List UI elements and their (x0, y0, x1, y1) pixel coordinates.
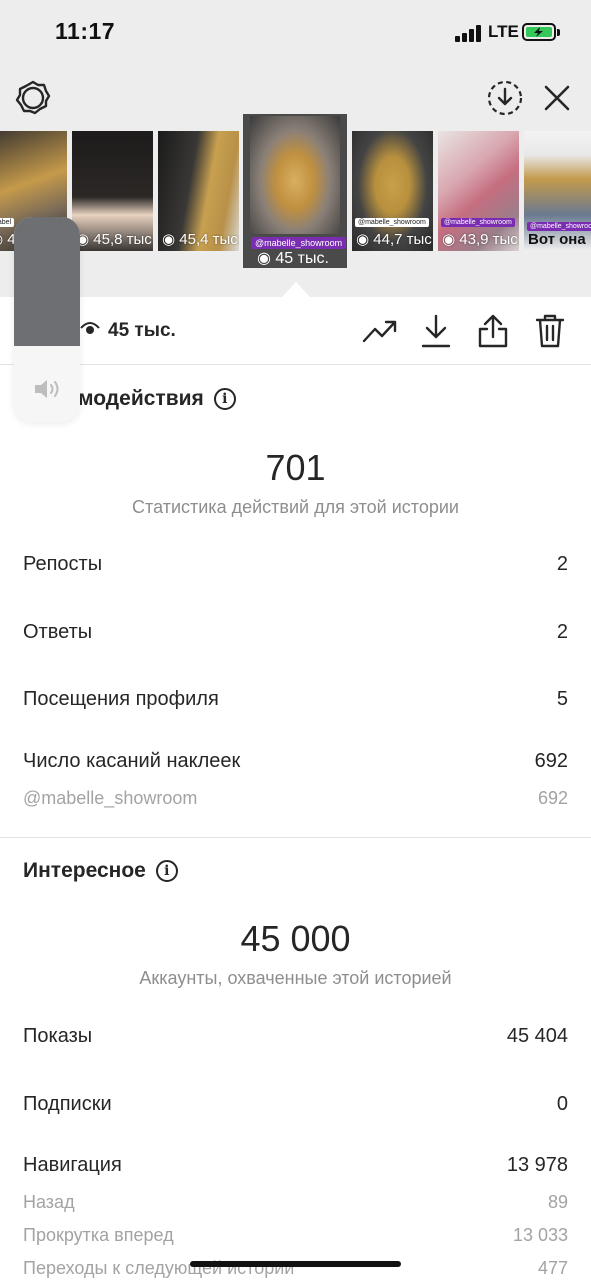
selected-story-thumbnail[interactable]: @mabelle_showroom ◉ 45 тыс. (243, 114, 347, 268)
stat-row-sticker-taps: Число касаний наклеек 692 (23, 750, 568, 772)
stat-subrow-mention: @mabelle_showroom 692 (23, 788, 568, 808)
signal-icon (455, 24, 483, 42)
stat-row-profile-visits: Посещения профиля 5 (23, 688, 568, 710)
battery-icon (522, 23, 556, 41)
stat-subrow-forward: Прокрутка вперед 13 033 (23, 1225, 568, 1245)
interactions-caption: Статистика действий для этой истории (132, 497, 459, 517)
discovery-total: 45 000 (240, 918, 351, 959)
info-icon[interactable]: i (155, 860, 178, 882)
stat-row-impressions: Показы 45 404 (23, 1025, 568, 1047)
interactions-title: модействия i (78, 387, 236, 411)
stat-subrow-back: Назад 89 (23, 1192, 568, 1212)
stat-row-navigation: Навигация 13 978 (23, 1154, 568, 1176)
speaker-icon (33, 377, 63, 406)
interactions-total: 701 (265, 447, 326, 488)
top-area: 11:17 LTE bel 4 ◉ 45,8 тыс. ◉ 45,4 тыс. … (0, 0, 591, 297)
views-count: 45 тыс. (80, 320, 176, 342)
volume-indicator (14, 217, 80, 422)
share-icon[interactable] (476, 311, 510, 351)
trash-icon[interactable] (533, 311, 567, 351)
action-row: 45 тыс. (0, 297, 591, 365)
download-circle-icon[interactable] (485, 78, 525, 118)
status-bar: 11:17 LTE (0, 0, 591, 66)
stat-row-replies: Ответы 2 (23, 621, 568, 643)
story-thumbnail[interactable]: @mabelle_showroom Вот она (524, 131, 591, 251)
discovery-title: Интересное i (23, 859, 178, 883)
story-thumbnail[interactable]: @mabelle_showroom ◉ 43,9 тыс. (438, 131, 519, 251)
section-divider (0, 837, 591, 838)
download-icon[interactable] (419, 311, 453, 351)
trending-icon[interactable] (361, 313, 399, 349)
stat-row-follows: Подписки 0 (23, 1093, 568, 1115)
status-time: 11:17 (55, 18, 116, 44)
selection-pointer (282, 282, 310, 297)
stat-row-reposts: Репосты 2 (23, 553, 568, 575)
network-label: LTE (488, 22, 519, 41)
volume-empty-track (14, 217, 80, 346)
selected-thumb-views: ◉ 45 тыс. (257, 250, 329, 267)
discovery-caption: Аккаунты, охваченные этой историей (139, 968, 452, 988)
close-icon[interactable] (537, 78, 577, 118)
battery-cap (557, 29, 560, 36)
story-thumbnail[interactable]: ◉ 45,8 тыс. (72, 131, 153, 251)
story-thumbnail[interactable]: @mabelle_showroom ◉ 44,7 тыс. (352, 131, 433, 251)
gear-icon[interactable] (13, 78, 53, 118)
home-indicator[interactable] (190, 1261, 401, 1267)
story-thumbnail[interactable]: ◉ 45,4 тыс. (158, 131, 239, 251)
eye-icon (80, 320, 100, 342)
info-icon[interactable]: i (213, 388, 236, 410)
